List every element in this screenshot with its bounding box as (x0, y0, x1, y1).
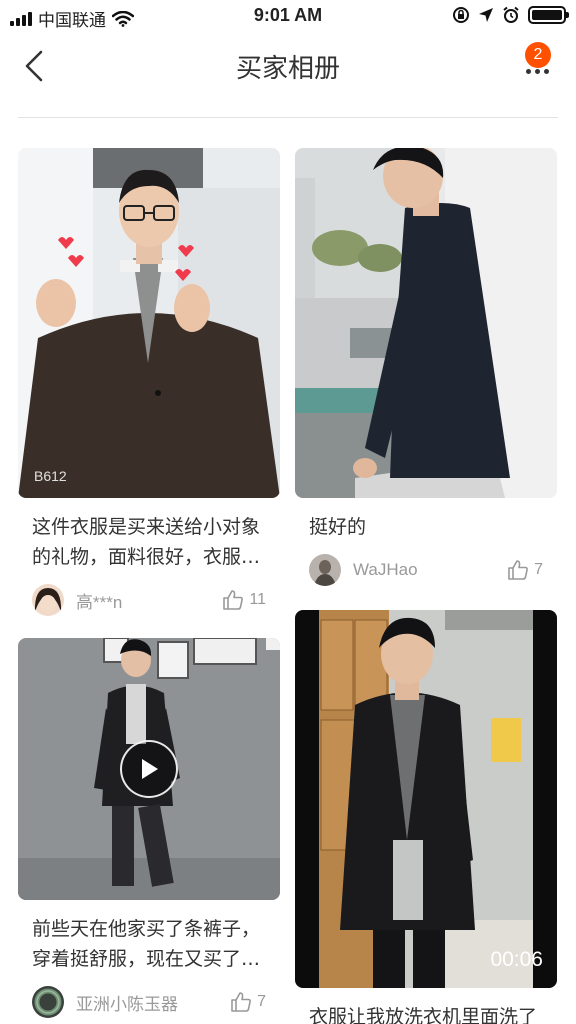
location-icon (479, 8, 493, 22)
more-button[interactable]: 2 (512, 42, 562, 86)
navigation-bar: 买家相册 2 (0, 34, 576, 98)
video-duration: 00:06 (490, 948, 543, 971)
status-bar: 中国联通 9:01 AM (0, 0, 576, 34)
post-meta: 亚洲小陈玉器 7 (18, 986, 280, 1018)
post-photo[interactable]: B612 (18, 148, 280, 498)
thumbs-up-icon (223, 590, 244, 610)
post-video[interactable]: 00:06 (295, 610, 557, 988)
post-card[interactable]: 挺好的 WaJHao 7 (295, 148, 557, 586)
page-title: 买家相册 (235, 54, 340, 84)
avatar[interactable] (32, 986, 64, 1018)
avatar[interactable] (32, 584, 64, 616)
orientation-lock-icon (453, 7, 469, 23)
like-button[interactable]: 7 (230, 991, 266, 1013)
header-divider (18, 117, 558, 118)
thumbs-up-icon (231, 992, 251, 1012)
like-count: 7 (534, 561, 543, 578)
post-caption: 衣服让我放洗衣机里面洗了 (309, 1006, 538, 1024)
post-meta: WaJHao 7 (295, 554, 557, 586)
post-card[interactable]: 00:06 衣服让我放洗衣机里面洗了 (295, 610, 557, 1024)
post-meta: 高***n 11 (18, 584, 280, 616)
post-photo[interactable] (295, 148, 557, 498)
post-video[interactable] (18, 638, 280, 900)
avatar[interactable] (309, 554, 341, 586)
post-card[interactable]: 前些天在他家买了条裤子，穿着挺舒服，现在又买了… 亚洲小陈玉器 7 (18, 638, 280, 1018)
watermark: B612 (34, 468, 67, 484)
post-caption: 这件衣服是买来送给小对象的礼物，面料很好，衣服… (32, 516, 261, 568)
post-card[interactable]: B612 这件衣服是买来送给小对象的礼物，面料很好，衣服… 高***n 11 (18, 148, 280, 616)
play-button[interactable] (120, 740, 178, 798)
like-button[interactable]: 11 (222, 589, 266, 611)
username[interactable]: 亚洲小陈玉器 (76, 990, 230, 1015)
like-button[interactable]: 7 (507, 559, 543, 581)
battery-icon (528, 6, 569, 24)
post-caption: 挺好的 (309, 516, 367, 538)
more-dots-icon (525, 68, 549, 74)
like-count: 7 (257, 993, 266, 1010)
status-right (452, 6, 569, 24)
like-count: 11 (249, 591, 266, 608)
username[interactable]: 高***n (76, 588, 222, 613)
notification-badge: 2 (525, 42, 551, 68)
post-caption: 前些天在他家买了条裤子，穿着挺舒服，现在又买了… (32, 918, 261, 970)
alarm-icon (503, 6, 519, 23)
thumbs-up-icon (508, 560, 528, 580)
play-icon (142, 759, 158, 779)
username[interactable]: WaJHao (353, 560, 507, 580)
